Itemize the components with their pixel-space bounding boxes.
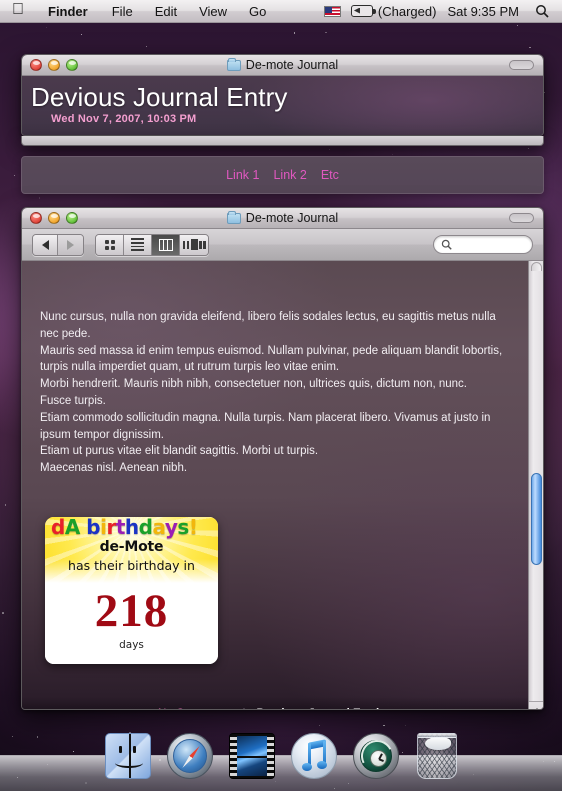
scrollbar-arrows[interactable] [529,701,543,709]
menu-bar:  Finder File Edit View Go (Charged) Sat… [0,0,562,23]
trash-icon[interactable] [417,733,457,779]
dock-items [105,733,457,791]
birthday-widget-bottom: 218 days [45,584,218,664]
scrollbar-thumb[interactable] [531,473,542,565]
journal-link-2[interactable]: Link 2 [273,168,306,182]
da-birthdays-logo: dA birthdays! [51,517,218,541]
window2-titlebar[interactable]: De-mote Journal [22,208,543,229]
scrollbar-top-cap [531,262,542,271]
toolbar-toggle-button[interactable] [509,213,534,223]
apple-logo-icon[interactable]:  [0,2,37,20]
list-view-icon[interactable] [124,234,152,255]
logo-letter: h [124,516,139,539]
icon-view-icon[interactable] [96,234,124,255]
page-title: Devious Journal Entry [31,82,288,112]
entry-date: Wed Nov 7, 2007, 10:03 PM [51,113,197,125]
journal-paragraph: Etiam ut purus vitae elit blandit sagitt… [40,445,319,458]
journal-header-window[interactable]: De-mote Journal Devious Journal Entry We… [21,54,544,136]
menu-item-edit[interactable]: Edit [144,0,188,23]
journal-paragraph: Fusce turpis. [40,394,106,407]
window1-titlebar[interactable]: De-mote Journal [22,55,543,76]
itunes-icon[interactable] [291,733,337,779]
logo-letter: r [106,516,116,539]
journal-paragraph: Mauris sed massa id enim tempus euismod.… [40,344,503,374]
vertical-scrollbar[interactable] [528,261,543,709]
column-view-icon[interactable] [152,234,180,255]
logo-letter: d [138,516,153,539]
menu-item-view[interactable]: View [188,0,238,23]
journal-paragraph: Morbi hendrerit. Mauris nibh nibh, conse… [40,378,467,391]
time-machine-icon[interactable] [353,733,399,779]
no-comments-link[interactable]: No Comments [158,708,232,709]
battery-status: (Charged) [377,3,437,19]
logo-letter: t [115,516,126,539]
journal-header-content: Devious Journal Entry Wed Nov 7, 2007, 1… [22,76,543,135]
dock [0,729,562,791]
search-field[interactable] [433,235,533,254]
window1-traffic-lights [22,59,78,71]
menu-item-go[interactable]: Go [238,0,277,23]
menu-item-file[interactable]: File [101,0,144,23]
logo-letter: s [177,516,189,539]
view-mode-segment [95,233,209,256]
journal-entry-text: Nunc cursus, nulla non gravida eleifend,… [22,261,528,664]
finder-window[interactable]: De-mote Journal Nunc cursus, nulla non g… [21,207,544,710]
close-button[interactable] [30,59,42,71]
logo-letter: A [64,516,80,539]
birthday-days-unit: days [119,638,144,651]
window2-title: De-mote Journal [245,211,339,225]
journal-link-1[interactable]: Link 1 [226,168,259,182]
minimize-button[interactable] [48,212,60,224]
birthday-days-count: 218 [94,584,169,637]
scroll-up-icon[interactable] [532,708,541,709]
logo-letter: a [152,516,165,539]
birthday-username: de-Mote [99,538,164,555]
minimize-button[interactable] [48,59,60,71]
logo-letter: d [51,516,65,539]
close-button[interactable] [30,212,42,224]
journal-paragraph: Maecenas nisl. Aenean nibh. [40,462,188,475]
battery-icon[interactable] [350,5,376,17]
zoom-button[interactable] [66,212,78,224]
window2-title-group: De-mote Journal [22,210,543,225]
journal-paragraph: Etiam commodo sollicitudin magna. Nulla … [40,411,491,441]
logo-letter: ! [188,516,198,539]
window1-title: De-mote Journal [245,58,339,72]
journal-paragraph: Nunc cursus, nulla non gravida eleifend,… [40,311,496,340]
menubar-clock[interactable]: Sat 9:35 PM [447,4,535,19]
quicktime-icon[interactable] [229,733,275,779]
folder-icon [226,210,241,224]
birthday-widget[interactable]: dA birthdays! de-Mote has their birthday… [45,516,218,664]
folder-icon [226,57,241,71]
journal-body: Nunc cursus, nulla non gravida eleifend,… [22,261,543,709]
zoom-button[interactable] [66,59,78,71]
birthday-subtitle: has their birthday in [68,557,195,573]
journal-footer: No Comments | Previous Journal Entries [22,697,528,709]
journal-scroll-area: Nunc cursus, nulla non gravida eleifend,… [22,261,528,709]
search-icon [441,239,452,250]
window2-traffic-lights [22,212,78,224]
window1-title-group: De-mote Journal [22,57,543,72]
navigation-segment [32,233,84,256]
previous-entries-link[interactable]: Previous Journal Entries [257,708,393,709]
menu-item-finder[interactable]: Finder [37,0,101,23]
back-arrow-icon[interactable] [33,234,58,255]
toolbar-toggle-button[interactable] [509,60,534,70]
search-input[interactable] [455,238,525,251]
window1-bottom-bar [21,136,544,146]
search-icon[interactable] [535,4,562,18]
coverflow-view-icon[interactable] [180,234,208,255]
forward-arrow-icon[interactable] [58,234,83,255]
finder-toolbar [22,229,543,261]
journal-link-etc[interactable]: Etc [321,168,339,182]
finder-icon[interactable] [105,733,151,779]
logo-letter: y [164,516,178,539]
us-flag-icon[interactable] [323,5,341,17]
safari-icon[interactable] [167,733,213,779]
footer-separator: | [243,708,246,709]
logo-letter: b [86,516,101,539]
journal-links-bar: Link 1 Link 2 Etc [21,156,544,194]
